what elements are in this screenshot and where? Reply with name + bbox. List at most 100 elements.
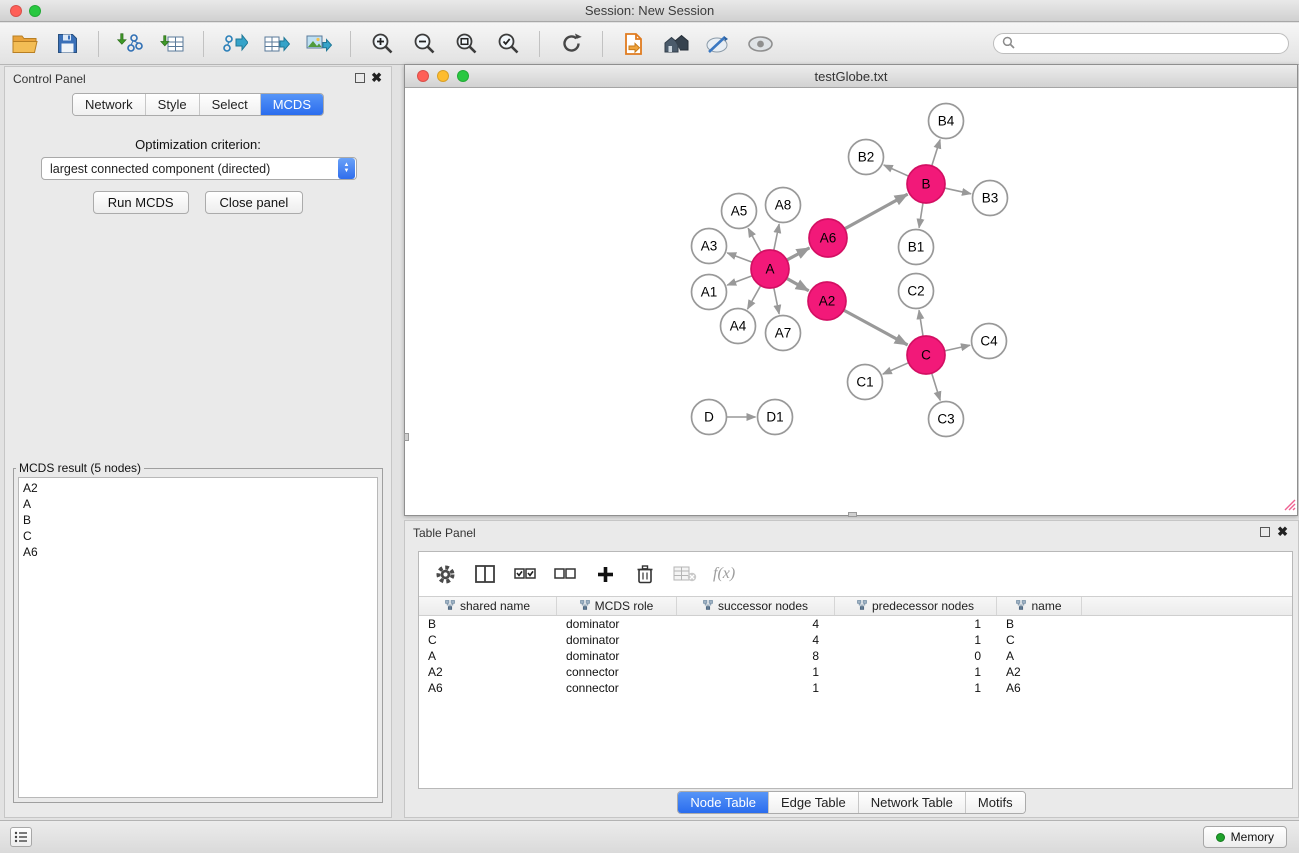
- graph-edge-A6-B[interactable]: [845, 194, 908, 229]
- optimization-criterion-select[interactable]: largest connected component (directed) ▲…: [41, 157, 357, 180]
- table-cell[interactable]: A: [997, 648, 1082, 664]
- mcds-result-list[interactable]: A2ABCA6: [18, 477, 378, 798]
- column-header-name[interactable]: name: [997, 597, 1082, 615]
- delete-table-icon[interactable]: [673, 562, 697, 586]
- table-cell[interactable]: B: [997, 616, 1082, 632]
- table-cell[interactable]: 4: [677, 616, 835, 632]
- export-image-icon[interactable]: [304, 29, 334, 59]
- zoom-fit-icon[interactable]: [451, 29, 481, 59]
- bottom-tab-motifs[interactable]: Motifs: [966, 792, 1025, 813]
- frame-resize-handle[interactable]: [848, 512, 857, 517]
- float-panel-icon[interactable]: [1260, 527, 1270, 537]
- graph-node-D1[interactable]: D1: [758, 400, 793, 435]
- export-table-icon[interactable]: [262, 29, 292, 59]
- show-columns-icon[interactable]: [473, 562, 497, 586]
- control-tab-style[interactable]: Style: [146, 94, 200, 115]
- graph-edge-B-B3[interactable]: [945, 188, 971, 194]
- table-row[interactable]: A2connector11A2: [419, 664, 1292, 680]
- table-row[interactable]: A6connector11A6: [419, 680, 1292, 696]
- table-cell[interactable]: 1: [677, 680, 835, 696]
- graph-edge-C-C2[interactable]: [919, 310, 923, 336]
- export-network-icon[interactable]: [220, 29, 250, 59]
- graph-node-A6[interactable]: A6: [809, 219, 847, 257]
- table-cell[interactable]: 1: [835, 680, 997, 696]
- table-cell[interactable]: A: [419, 648, 557, 664]
- style-brush-icon[interactable]: [703, 29, 733, 59]
- table-cell[interactable]: dominator: [557, 616, 677, 632]
- open-session-icon[interactable]: [10, 29, 40, 59]
- graph-node-A5[interactable]: A5: [722, 194, 757, 229]
- graph-node-B1[interactable]: B1: [899, 230, 934, 265]
- graph-edge-A-A1[interactable]: [727, 276, 752, 285]
- graph-edge-C-C3[interactable]: [932, 373, 941, 400]
- memory-button[interactable]: Memory: [1203, 826, 1287, 848]
- graph-node-C1[interactable]: C1: [848, 365, 883, 400]
- mcds-result-item[interactable]: A: [23, 496, 373, 512]
- mcds-result-item[interactable]: C: [23, 528, 373, 544]
- graph-edge-A2-C[interactable]: [844, 310, 908, 345]
- network-close-icon[interactable]: [417, 70, 429, 82]
- table-cell[interactable]: dominator: [557, 648, 677, 664]
- import-table-icon[interactable]: [157, 29, 187, 59]
- graph-node-B[interactable]: B: [907, 165, 945, 203]
- function-builder-icon[interactable]: f(x): [713, 565, 735, 583]
- table-cell[interactable]: 1: [835, 664, 997, 680]
- refresh-icon[interactable]: [556, 29, 586, 59]
- graph-node-A3[interactable]: A3: [692, 229, 727, 264]
- resize-grip-icon[interactable]: [1282, 497, 1296, 514]
- table-cell[interactable]: dominator: [557, 632, 677, 648]
- graph-edge-A-A8[interactable]: [774, 224, 779, 250]
- table-row[interactable]: Cdominator41C: [419, 632, 1292, 648]
- graph-node-A1[interactable]: A1: [692, 275, 727, 310]
- table-cell[interactable]: C: [997, 632, 1082, 648]
- column-header-MCDS-role[interactable]: MCDS role: [557, 597, 677, 615]
- bottom-tab-node-table[interactable]: Node Table: [678, 792, 769, 813]
- frame-resize-handle[interactable]: [404, 433, 409, 441]
- window-close-icon[interactable]: [10, 5, 22, 17]
- table-cell[interactable]: 1: [835, 616, 997, 632]
- graph-node-C[interactable]: C: [907, 336, 945, 374]
- graph-edge-C-C4[interactable]: [945, 345, 970, 351]
- table-cell[interactable]: 1: [677, 664, 835, 680]
- table-cell[interactable]: A2: [419, 664, 557, 680]
- control-tab-network[interactable]: Network: [73, 94, 146, 115]
- zoom-out-icon[interactable]: [409, 29, 439, 59]
- home-networks-icon[interactable]: [661, 29, 691, 59]
- bottom-tab-network-table[interactable]: Network Table: [859, 792, 966, 813]
- network-minimize-icon[interactable]: [437, 70, 449, 82]
- close-panel-icon[interactable]: ✖: [371, 70, 382, 86]
- close-panel-button[interactable]: Close panel: [205, 191, 304, 214]
- mcds-result-item[interactable]: B: [23, 512, 373, 528]
- graph-edge-B-B2[interactable]: [884, 165, 909, 176]
- run-mcds-button[interactable]: Run MCDS: [93, 191, 189, 214]
- table-row[interactable]: Adominator80A: [419, 648, 1292, 664]
- new-document-icon[interactable]: [619, 29, 649, 59]
- graph-edge-A-A6[interactable]: [787, 248, 810, 260]
- mcds-result-item[interactable]: A6: [23, 544, 373, 560]
- graph-node-A[interactable]: A: [751, 250, 789, 288]
- zoom-in-icon[interactable]: [367, 29, 397, 59]
- graph-node-A7[interactable]: A7: [766, 316, 801, 351]
- table-settings-gear-icon[interactable]: [433, 562, 457, 586]
- close-panel-icon[interactable]: ✖: [1277, 524, 1288, 540]
- table-cell[interactable]: 0: [835, 648, 997, 664]
- delete-column-icon[interactable]: [633, 562, 657, 586]
- network-zoom-icon[interactable]: [457, 70, 469, 82]
- table-cell[interactable]: connector: [557, 680, 677, 696]
- graph-node-A8[interactable]: A8: [766, 188, 801, 223]
- graph-node-B3[interactable]: B3: [973, 181, 1008, 216]
- table-cell[interactable]: A6: [997, 680, 1082, 696]
- search-box[interactable]: [993, 33, 1289, 54]
- column-header-shared-name[interactable]: shared name: [419, 597, 557, 615]
- graph-node-C3[interactable]: C3: [929, 402, 964, 437]
- graph-edge-B-B4[interactable]: [932, 140, 940, 166]
- float-panel-icon[interactable]: [355, 73, 365, 83]
- save-session-icon[interactable]: [52, 29, 82, 59]
- graph-node-A4[interactable]: A4: [721, 309, 756, 344]
- column-header-predecessor-nodes[interactable]: predecessor nodes: [835, 597, 997, 615]
- table-cell[interactable]: 4: [677, 632, 835, 648]
- column-header-successor-nodes[interactable]: successor nodes: [677, 597, 835, 615]
- table-cell[interactable]: connector: [557, 664, 677, 680]
- graph-node-C2[interactable]: C2: [899, 274, 934, 309]
- network-canvas[interactable]: B4B2BB3A8A5A6A3B1AC2A1A2A4A7C4CC1DD1C3: [405, 88, 1297, 515]
